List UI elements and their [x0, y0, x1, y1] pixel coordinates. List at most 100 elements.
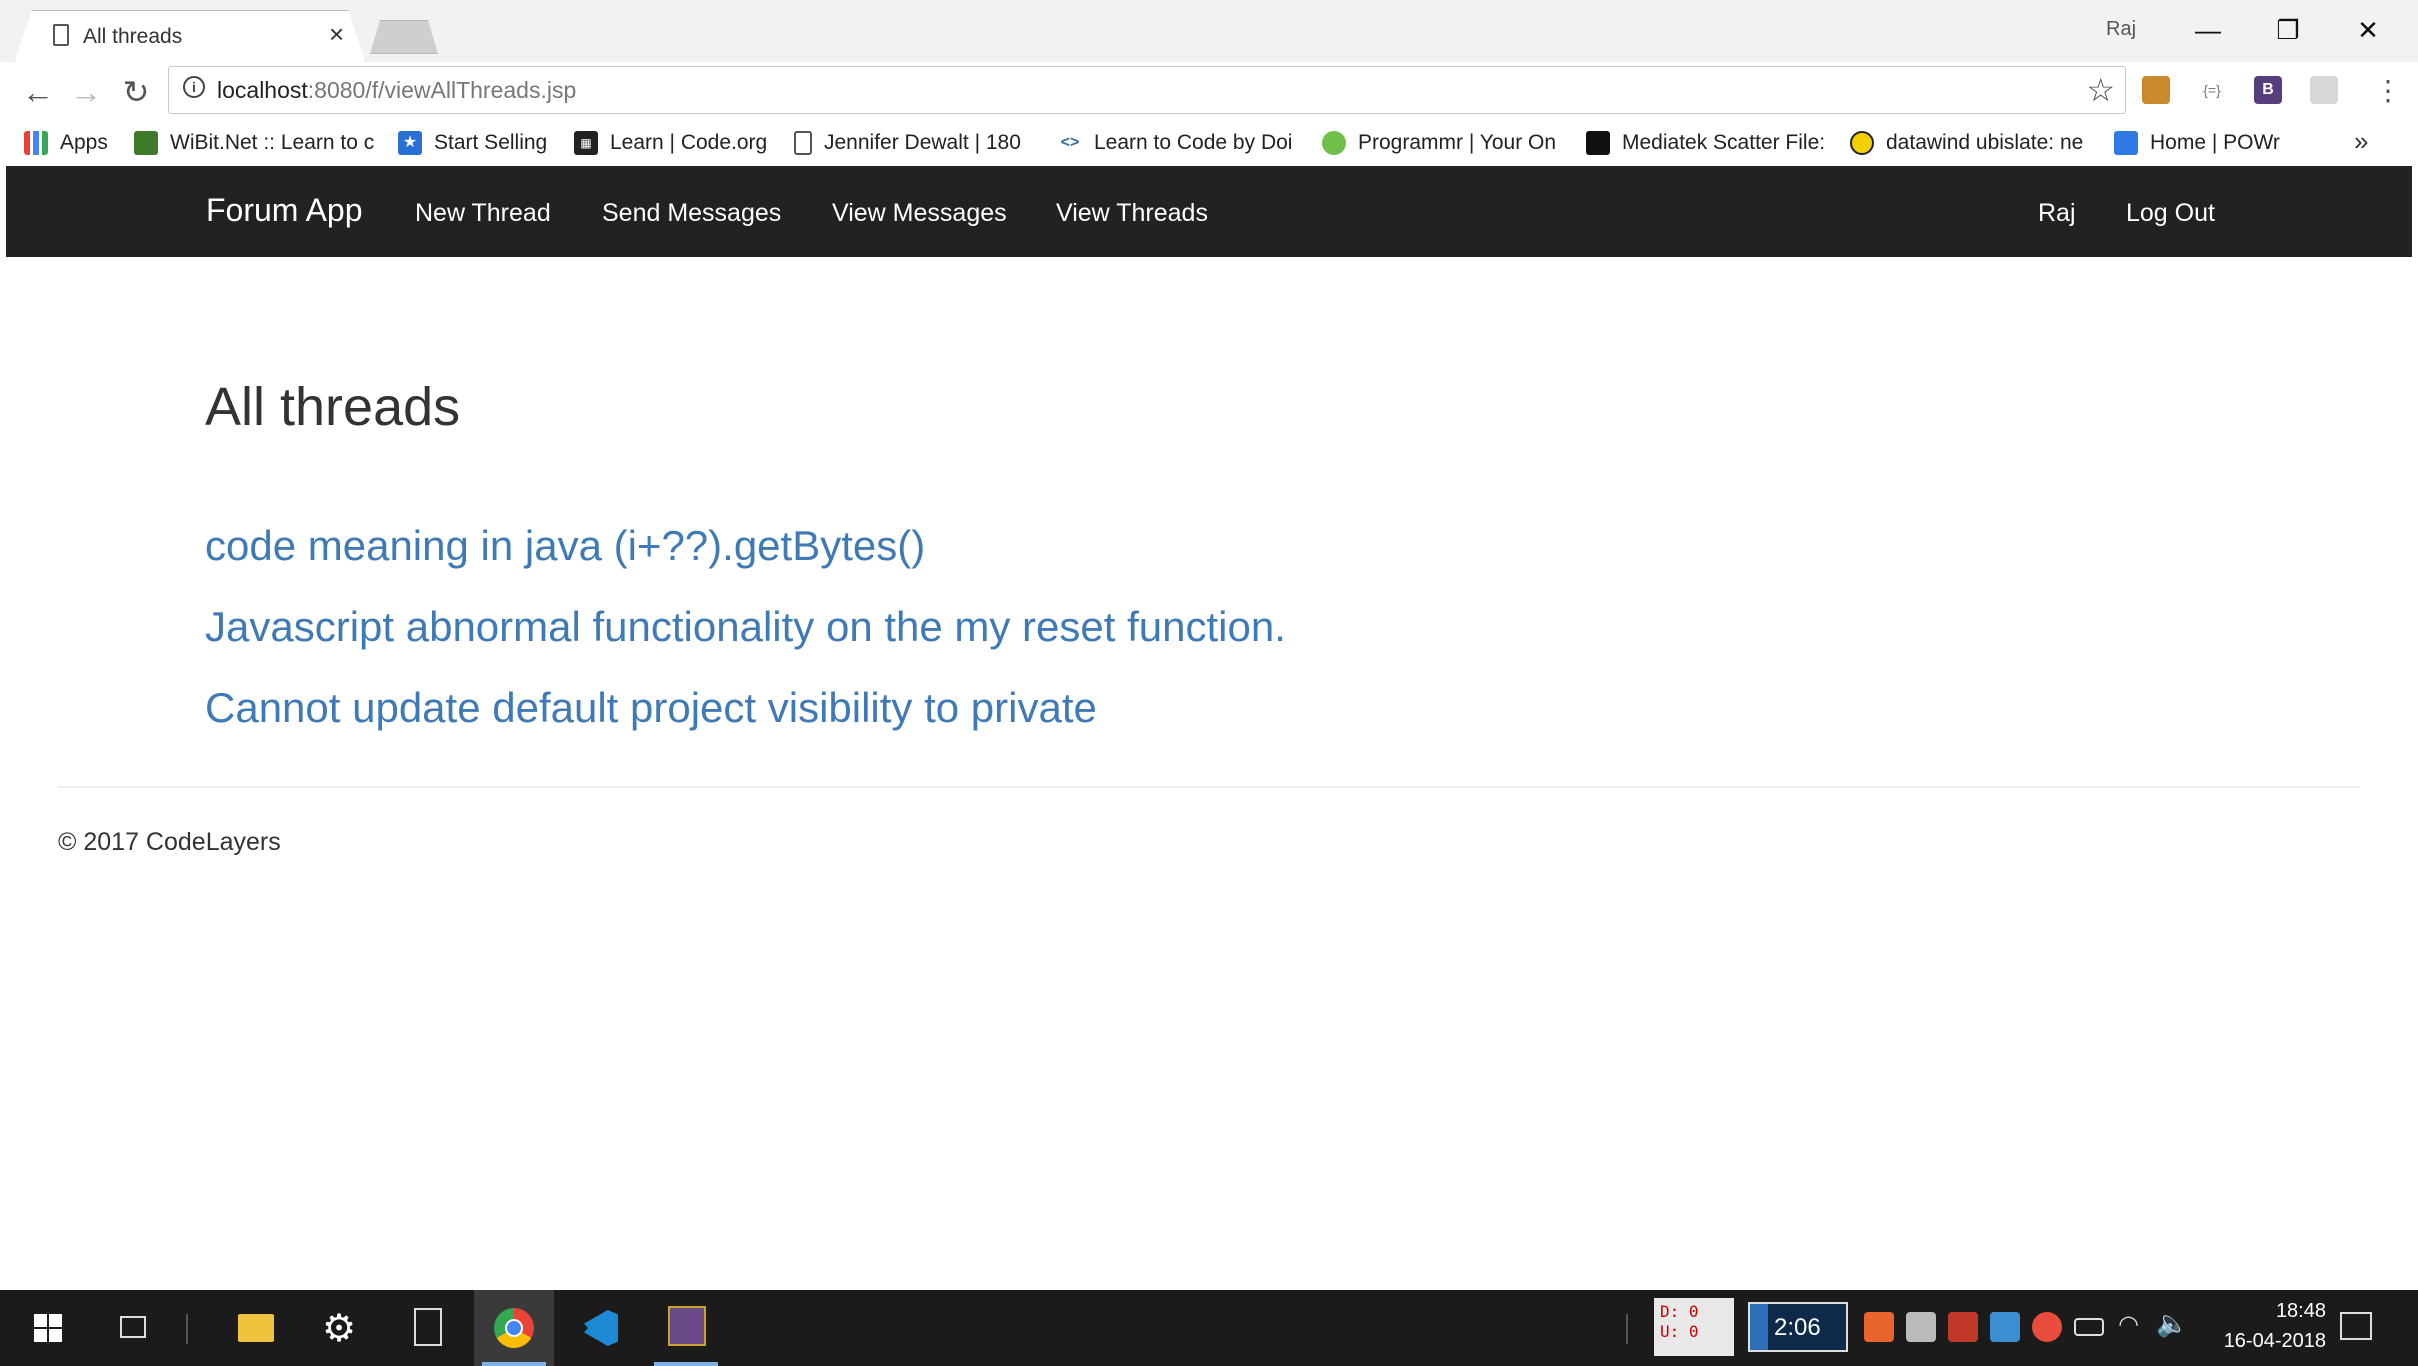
- reload-icon[interactable]: ↻: [116, 72, 156, 112]
- clock-date: 16-04-2018: [2223, 1330, 2326, 1352]
- bootstrap-extension-icon[interactable]: B: [2254, 76, 2282, 104]
- app-navbar: Forum App New Thread Send Messages View …: [6, 166, 2412, 257]
- chrome-icon: [494, 1308, 534, 1348]
- bookmark-mediatek[interactable]: Mediatek Scatter File:: [1586, 129, 1826, 157]
- nav-user[interactable]: Raj: [2038, 199, 2076, 228]
- browser-menu-icon[interactable]: ⋮: [2374, 74, 2402, 107]
- close-window-icon[interactable]: ✕: [2338, 12, 2398, 48]
- code-org-icon: ▦: [574, 131, 598, 155]
- nav-logout[interactable]: Log Out: [2126, 199, 2215, 228]
- start-button[interactable]: [8, 1290, 88, 1366]
- footer-divider: [58, 786, 2360, 788]
- taskbar-calculator[interactable]: [388, 1290, 468, 1366]
- thread-link[interactable]: code meaning in java (i+??).getBytes(): [205, 522, 925, 570]
- bookmark-datawind[interactable]: datawind ubislate: ne: [1850, 129, 2090, 157]
- tab-title: All threads: [83, 25, 183, 48]
- wibit-icon: [134, 131, 158, 155]
- bookmark-jennifer-dewalt[interactable]: Jennifer Dewalt | 180: [794, 129, 1034, 157]
- volume-icon[interactable]: 🔈: [2156, 1308, 2188, 1339]
- new-tab-button[interactable]: [370, 20, 438, 54]
- taskbar-settings[interactable]: ⚙: [302, 1290, 382, 1366]
- brand-link[interactable]: Forum App: [206, 192, 363, 229]
- taskbar-separator: [186, 1314, 188, 1344]
- code-brackets-icon: <>: [1060, 134, 1080, 151]
- active-indicator: [482, 1362, 546, 1366]
- programmr-icon: [1322, 131, 1346, 155]
- taskbar-file-explorer[interactable]: [216, 1290, 296, 1366]
- more-bookmarks-icon[interactable]: »: [2354, 126, 2368, 157]
- taskbar-game-app[interactable]: [646, 1290, 726, 1366]
- apps-grid-icon: [24, 131, 48, 155]
- bookmark-wibit[interactable]: WiBit.Net :: Learn to c: [134, 129, 374, 157]
- bookmarks-bar: Apps WiBit.Net :: Learn to c ★ Start Sel…: [0, 120, 2418, 166]
- address-bar[interactable]: i localhost:8080/f/viewAllThreads.jsp ☆: [168, 66, 2126, 114]
- thread-link[interactable]: Javascript abnormal functionality on the…: [205, 603, 1286, 651]
- url-text[interactable]: localhost:8080/f/viewAllThreads.jsp: [217, 77, 576, 104]
- browser-tab[interactable]: All threads ×: [14, 10, 366, 63]
- folder-icon: [238, 1314, 274, 1342]
- windows-taskbar: ⚙ D: 0 U: 0 2:06 ◠ 🔈 18:48 16-04-2018: [0, 1290, 2418, 1366]
- url-path: :8080/f/viewAllThreads.jsp: [307, 77, 577, 103]
- gadget-extension-icon[interactable]: [2142, 76, 2170, 104]
- bookmark-code-org[interactable]: ▦ Learn | Code.org: [574, 129, 774, 157]
- site-info-icon[interactable]: i: [183, 76, 205, 98]
- battery-fill: [1750, 1304, 1768, 1350]
- page-title: All threads: [205, 377, 461, 437]
- bookmark-programmr[interactable]: Programmr | Your On: [1322, 129, 1562, 157]
- battery-icon[interactable]: [2074, 1318, 2104, 1336]
- minimize-icon[interactable]: —: [2178, 12, 2238, 48]
- taskbar-chrome[interactable]: [474, 1290, 554, 1366]
- bookmark-learn-to-code[interactable]: <> Learn to Code by Doi: [1058, 129, 1298, 157]
- clock[interactable]: 18:48 16-04-2018: [2196, 1296, 2326, 1356]
- mediatek-icon: [1586, 131, 1610, 155]
- tray-app-icon[interactable]: [1948, 1312, 1978, 1342]
- thread-link[interactable]: Cannot update default project visibility…: [205, 684, 1097, 732]
- taskbar-separator: [1626, 1314, 1628, 1344]
- back-arrow-icon[interactable]: ←: [18, 72, 58, 112]
- calculator-icon: [414, 1308, 442, 1346]
- smiley-icon: [1850, 131, 1874, 155]
- battery-meter[interactable]: 2:06: [1748, 1302, 1848, 1352]
- nav-view-messages[interactable]: View Messages: [832, 199, 1007, 228]
- tray-app-icon[interactable]: [1864, 1312, 1894, 1342]
- forward-arrow-icon[interactable]: →: [66, 72, 106, 112]
- bookmark-apps[interactable]: Apps: [24, 129, 134, 157]
- nav-view-threads[interactable]: View Threads: [1056, 199, 1208, 228]
- powr-icon: [2114, 131, 2138, 155]
- page-icon: [794, 131, 812, 155]
- nav-send-messages[interactable]: Send Messages: [602, 199, 781, 228]
- page-icon: [53, 24, 69, 46]
- action-center-icon[interactable]: [2340, 1312, 2372, 1340]
- windows-logo-icon: [34, 1314, 62, 1342]
- nav-new-thread[interactable]: New Thread: [415, 199, 551, 228]
- wifi-icon[interactable]: ◠: [2118, 1310, 2139, 1339]
- gear-icon: ⚙: [322, 1308, 357, 1350]
- game-app-icon: [668, 1306, 706, 1346]
- taskbar-vscode[interactable]: [560, 1290, 640, 1366]
- task-view-icon: [120, 1316, 146, 1338]
- restore-icon[interactable]: ❐: [2258, 12, 2318, 48]
- cast-extension-icon[interactable]: [2310, 76, 2338, 104]
- profile-user-name[interactable]: Raj: [2106, 18, 2136, 41]
- browser-tab-strip: All threads × Raj — ❐ ✕: [0, 0, 2418, 63]
- clock-time: 18:48: [2275, 1300, 2326, 1322]
- upload-rate: U: 0: [1660, 1322, 1699, 1341]
- shield-icon[interactable]: [2032, 1312, 2062, 1342]
- browser-toolbar: ← → ↻ i localhost:8080/f/viewAllThreads.…: [0, 62, 2418, 120]
- url-host: localhost: [217, 77, 308, 103]
- tray-app-icon[interactable]: [1990, 1312, 2020, 1342]
- open-indicator: [654, 1362, 718, 1366]
- bookmark-powr[interactable]: Home | POWr: [2114, 129, 2294, 157]
- json-extension-icon[interactable]: {=}: [2198, 76, 2226, 104]
- bookmark-start-selling[interactable]: ★ Start Selling: [398, 129, 568, 157]
- bookmark-star-icon[interactable]: ☆: [2086, 71, 2115, 109]
- tab-close-icon[interactable]: ×: [329, 21, 344, 47]
- tray-app-icon[interactable]: [1906, 1312, 1936, 1342]
- battery-time: 2:06: [1774, 1314, 1821, 1341]
- task-view-button[interactable]: [94, 1290, 174, 1366]
- network-meter[interactable]: D: 0 U: 0: [1654, 1298, 1734, 1356]
- footer-copyright: © 2017 CodeLayers: [58, 828, 281, 856]
- vscode-icon: [584, 1310, 618, 1346]
- start-selling-icon: ★: [398, 131, 422, 155]
- chrome-icon-center: [505, 1319, 523, 1337]
